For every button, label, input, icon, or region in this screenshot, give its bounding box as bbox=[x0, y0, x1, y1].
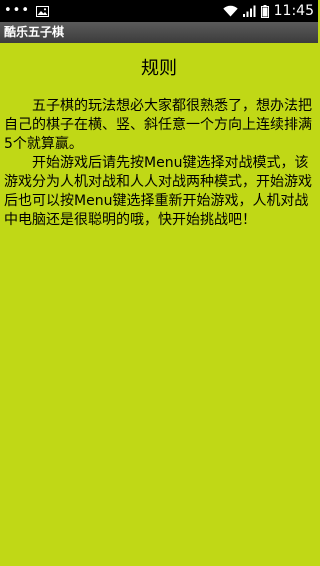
battery-icon bbox=[260, 4, 269, 18]
signal-icon bbox=[242, 5, 256, 17]
status-bar: ••• 11:45 bbox=[0, 0, 318, 22]
rules-paragraph: 开始游戏后请先按Menu键选择对战模式，该游戏分为人机对战和人人对战两种模式，开… bbox=[4, 155, 312, 228]
status-right: 11:45 bbox=[222, 0, 314, 22]
notification-dots: ••• bbox=[4, 3, 31, 18]
wifi-icon bbox=[222, 5, 238, 17]
image-icon bbox=[36, 5, 50, 17]
rules-heading: 规则 bbox=[141, 58, 177, 79]
rules-content: 规则 五子棋的玩法想必大家都很熟悉了，想办法把自己的棋子在横、竖、斜任意一个方向… bbox=[0, 43, 318, 230]
clock: 11:45 bbox=[273, 3, 314, 19]
rules-body: 五子棋的玩法想必大家都很熟悉了，想办法把自己的棋子在横、竖、斜任意一个方向上连续… bbox=[4, 97, 314, 230]
app-title: 酷乐五子棋 bbox=[4, 25, 65, 39]
status-left: ••• bbox=[4, 0, 50, 22]
app-title-bar: 酷乐五子棋 bbox=[0, 22, 318, 43]
rules-paragraph: 五子棋的玩法想必大家都很熟悉了，想办法把自己的棋子在横、竖、斜任意一个方向上连续… bbox=[4, 98, 312, 152]
